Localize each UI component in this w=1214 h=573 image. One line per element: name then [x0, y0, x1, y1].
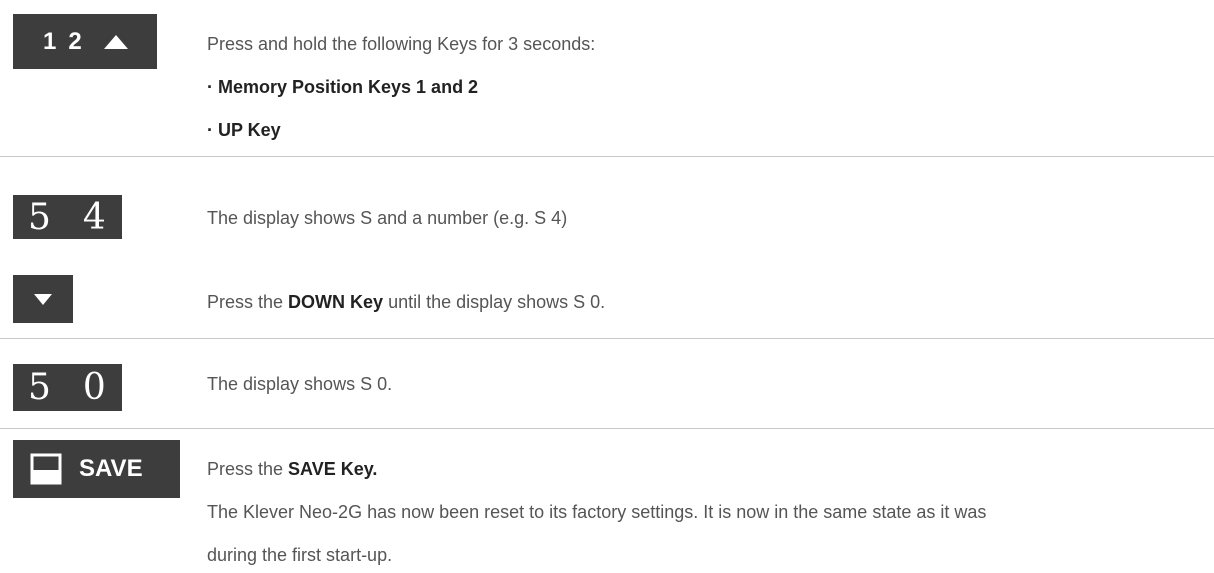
step-3-text-before: Press the	[207, 292, 289, 312]
memory-key-1-label: 1	[43, 27, 57, 55]
step-4-instruction: The display shows S 0.	[207, 374, 393, 394]
display-s0: 5 0	[13, 364, 122, 411]
step-5: SAVE Press the SAVE Key. The Klever Neo-…	[0, 429, 1214, 573]
step-5-paragraph-line-2: during the first start-up.	[207, 545, 393, 565]
display-char-2: 0	[82, 367, 106, 408]
display-char-1: 5	[28, 367, 51, 408]
step-2-instruction: The display shows S and a number (e.g. S…	[207, 208, 568, 228]
save-key-label: SAVE	[79, 455, 143, 482]
display-char-2: 4	[82, 196, 106, 238]
step-5-instruction: Press the SAVE Key.	[207, 457, 377, 481]
memory-keys-1-2-up-key: 1 2	[13, 14, 157, 69]
display-s4: 5 4	[13, 195, 122, 239]
save-square-icon	[30, 453, 62, 485]
step-1-instruction: Press and hold the following Keys for 3 …	[207, 34, 596, 54]
memory-key-2-label: 2	[68, 27, 82, 55]
step-3-text-after: until the display shows S 0.	[383, 292, 606, 312]
step-3: Press the DOWN Key until the display sho…	[0, 247, 1214, 338]
arrow-down-icon	[34, 293, 52, 305]
step-1-bullet-up-key: · UP Key	[207, 120, 281, 140]
step-5-save-key-label: SAVE Key.	[288, 459, 378, 479]
step-5-paragraph-line-1: The Klever Neo-2G has now been reset to …	[207, 502, 987, 522]
down-key	[13, 275, 73, 323]
display-char-1: 5	[28, 196, 51, 238]
step-3-down-key-label: DOWN Key	[288, 292, 384, 312]
step-1-bullet-memory-keys: · Memory Position Keys 1 and 2	[207, 77, 479, 97]
arrow-up-icon	[103, 34, 128, 49]
step-3-instruction: Press the DOWN Key until the display sho…	[207, 290, 605, 314]
step-1: 1 2 Press and hold the following Keys fo…	[0, 0, 1214, 157]
save-key: SAVE	[13, 440, 180, 498]
step-2: 5 4 The display shows S and a number (e.…	[0, 157, 1214, 247]
step-4: 5 0 The display shows S 0.	[0, 339, 1214, 428]
step-5-text-before: Press the	[207, 459, 289, 479]
